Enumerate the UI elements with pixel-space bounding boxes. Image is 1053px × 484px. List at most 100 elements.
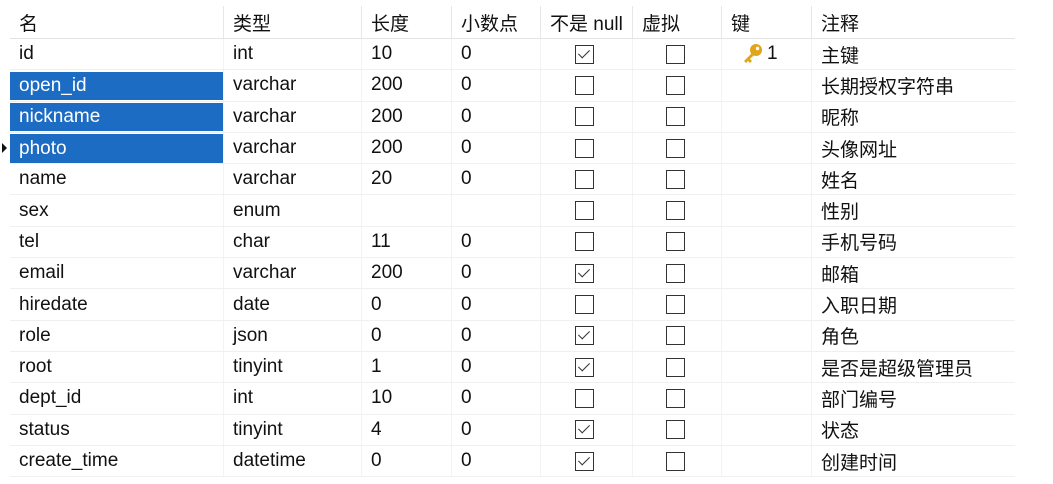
not-null-checkbox[interactable] xyxy=(575,107,594,127)
field-decimals-cell[interactable]: 0 xyxy=(451,351,540,383)
virtual-checkbox[interactable] xyxy=(666,75,685,95)
key-cell[interactable] xyxy=(721,195,811,226)
field-decimals-cell[interactable]: 0 xyxy=(451,132,540,164)
field-length-cell[interactable]: 20 xyxy=(361,164,451,195)
not-null-checkbox[interactable] xyxy=(575,451,594,471)
table-row[interactable]: open_id varchar 200 0 长期授权字符串 xyxy=(10,70,1015,102)
virtual-checkbox[interactable] xyxy=(666,44,685,64)
not-null-checkbox[interactable] xyxy=(575,232,594,252)
virtual-checkbox[interactable] xyxy=(666,451,685,471)
field-comment-cell[interactable]: 头像网址 xyxy=(811,132,1015,164)
field-comment-cell[interactable]: 角色 xyxy=(811,320,1015,351)
field-name-cell[interactable]: role xyxy=(10,321,223,351)
table-row[interactable]: id int 10 0 1 主键 xyxy=(10,39,1015,71)
not-null-checkbox[interactable] xyxy=(575,388,594,408)
field-name-cell[interactable]: email xyxy=(10,258,223,288)
column-header-not-null[interactable]: 不是 null xyxy=(540,6,632,38)
not-null-checkbox[interactable] xyxy=(575,44,594,64)
field-length-cell[interactable]: 11 xyxy=(361,226,451,258)
field-decimals-cell[interactable]: 0 xyxy=(451,70,540,101)
virtual-checkbox[interactable] xyxy=(666,357,685,377)
key-cell[interactable] xyxy=(721,164,811,195)
field-decimals-cell[interactable] xyxy=(451,195,540,226)
field-comment-cell[interactable]: 部门编号 xyxy=(811,383,1015,414)
field-comment-cell[interactable]: 姓名 xyxy=(811,164,1015,195)
table-row[interactable]: root tinyint 1 0 是否是超级管理员 xyxy=(10,351,1015,384)
column-header-name[interactable]: 名 xyxy=(10,6,223,38)
column-header-length[interactable]: 长度 xyxy=(361,6,451,38)
key-cell[interactable]: 1 xyxy=(721,39,811,70)
column-header-key[interactable]: 键 xyxy=(721,6,811,38)
field-length-cell[interactable]: 200 xyxy=(361,258,451,289)
column-header-type[interactable]: 类型 xyxy=(223,6,361,38)
virtual-checkbox[interactable] xyxy=(666,138,685,158)
field-type-cell[interactable]: tinyint xyxy=(223,414,361,445)
virtual-checkbox[interactable] xyxy=(666,420,685,440)
key-cell[interactable] xyxy=(721,351,811,383)
field-length-cell[interactable]: 200 xyxy=(361,70,451,101)
key-cell[interactable] xyxy=(721,445,811,477)
field-decimals-cell[interactable]: 0 xyxy=(451,414,540,445)
field-length-cell[interactable]: 200 xyxy=(361,101,451,132)
field-decimals-cell[interactable]: 0 xyxy=(451,289,540,320)
field-comment-cell[interactable]: 邮箱 xyxy=(811,258,1015,289)
field-comment-cell[interactable]: 入职日期 xyxy=(811,289,1015,320)
field-length-cell[interactable]: 4 xyxy=(361,414,451,445)
field-decimals-cell[interactable]: 0 xyxy=(451,226,540,258)
field-type-cell[interactable]: varchar xyxy=(223,258,361,289)
not-null-checkbox[interactable] xyxy=(575,201,594,221)
field-length-cell[interactable]: 1 xyxy=(361,351,451,383)
key-cell[interactable] xyxy=(721,70,811,101)
field-comment-cell[interactable]: 是否是超级管理员 xyxy=(811,351,1015,383)
field-name-cell[interactable]: sex xyxy=(10,195,223,225)
key-cell[interactable] xyxy=(721,132,811,164)
field-length-cell[interactable]: 0 xyxy=(361,320,451,351)
field-name-cell[interactable]: root xyxy=(10,352,223,382)
field-comment-cell[interactable]: 性别 xyxy=(811,195,1015,226)
virtual-checkbox[interactable] xyxy=(666,295,685,315)
not-null-checkbox[interactable] xyxy=(575,138,594,158)
virtual-checkbox[interactable] xyxy=(666,388,685,408)
table-row[interactable]: status tinyint 4 0 状态 xyxy=(10,414,1015,446)
not-null-checkbox[interactable] xyxy=(575,326,594,346)
field-name-cell[interactable]: dept_id xyxy=(10,383,223,413)
field-name-cell[interactable]: status xyxy=(10,415,223,445)
field-length-cell[interactable]: 0 xyxy=(361,445,451,477)
field-type-cell[interactable]: varchar xyxy=(223,164,361,195)
not-null-checkbox[interactable] xyxy=(575,357,594,377)
field-length-cell[interactable]: 0 xyxy=(361,289,451,320)
table-row[interactable]: role json 0 0 角色 xyxy=(10,320,1015,352)
field-type-cell[interactable]: tinyint xyxy=(223,351,361,383)
key-cell[interactable] xyxy=(721,101,811,132)
table-row[interactable]: name varchar 20 0 姓名 xyxy=(10,164,1015,196)
field-decimals-cell[interactable]: 0 xyxy=(451,445,540,477)
field-decimals-cell[interactable]: 0 xyxy=(451,320,540,351)
virtual-checkbox[interactable] xyxy=(666,201,685,221)
not-null-checkbox[interactable] xyxy=(575,295,594,315)
column-header-decimals[interactable]: 小数点 xyxy=(451,6,540,38)
field-type-cell[interactable]: date xyxy=(223,289,361,320)
table-row[interactable]: email varchar 200 0 邮箱 xyxy=(10,258,1015,290)
field-name-cell[interactable]: create_time xyxy=(10,446,223,476)
column-header-comment[interactable]: 注释 xyxy=(811,6,1015,38)
virtual-checkbox[interactable] xyxy=(666,263,685,283)
table-row[interactable]: create_time datetime 0 0 创建时间 xyxy=(10,445,1015,478)
field-length-cell[interactable]: 200 xyxy=(361,132,451,164)
key-cell[interactable] xyxy=(721,383,811,414)
table-row[interactable]: photo varchar 200 0 头像网址 xyxy=(2,132,1015,165)
field-type-cell[interactable]: json xyxy=(223,320,361,351)
field-length-cell[interactable]: 10 xyxy=(361,39,451,70)
field-comment-cell[interactable]: 创建时间 xyxy=(811,445,1015,477)
field-decimals-cell[interactable]: 0 xyxy=(451,101,540,132)
field-decimals-cell[interactable]: 0 xyxy=(451,258,540,289)
table-row[interactable]: hiredate date 0 0 入职日期 xyxy=(10,289,1015,321)
table-row[interactable]: tel char 11 0 手机号码 xyxy=(10,226,1015,259)
column-header-virtual[interactable]: 虚拟 xyxy=(632,6,721,38)
field-comment-cell[interactable]: 状态 xyxy=(811,414,1015,445)
field-type-cell[interactable]: char xyxy=(223,226,361,258)
field-name-cell[interactable]: open_id xyxy=(10,71,223,101)
field-decimals-cell[interactable]: 0 xyxy=(451,39,540,70)
field-comment-cell[interactable]: 主键 xyxy=(811,39,1015,70)
field-length-cell[interactable] xyxy=(361,195,451,226)
key-cell[interactable] xyxy=(721,320,811,351)
